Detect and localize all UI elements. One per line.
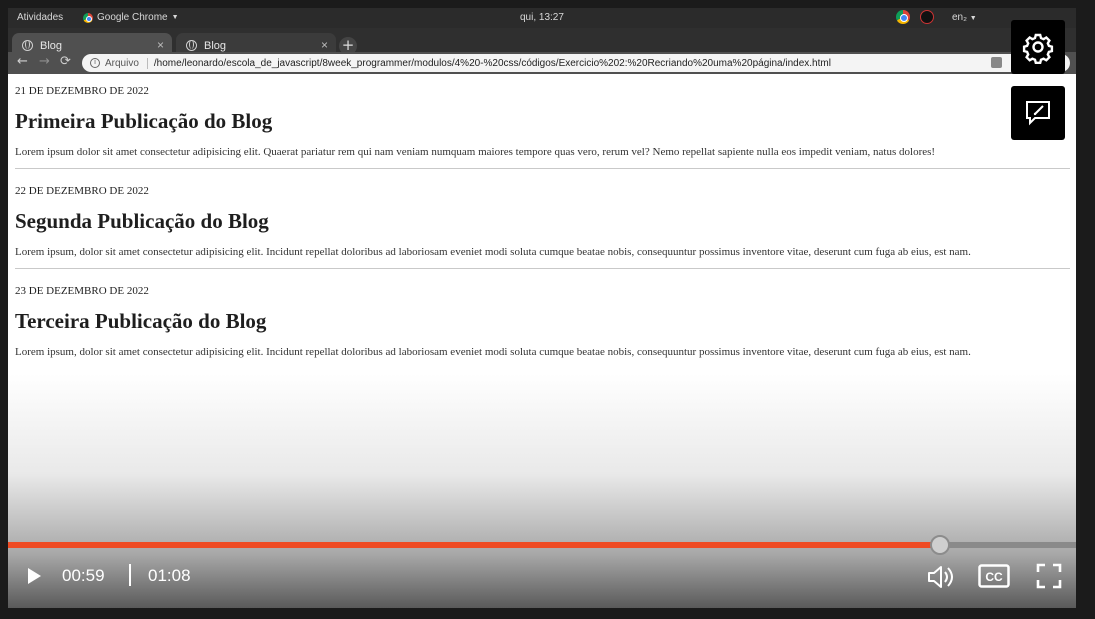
post-date: 21 DE DEZEMBRO DE 2022: [15, 85, 149, 97]
player-controls: 00:59 01:08 CC: [8, 556, 1076, 596]
comment-edit-icon: [1026, 101, 1050, 126]
app-name: Google Chrome: [97, 12, 168, 23]
post-body: Lorem ipsum, dolor sit amet consectetur …: [15, 346, 971, 358]
activities-label[interactable]: Atividades: [17, 12, 63, 23]
app-tray-icon[interactable]: [920, 10, 934, 24]
play-icon[interactable]: [26, 566, 42, 586]
web-page: 21 DE DEZEMBRO DE 2022 Primeira Publicaç…: [8, 74, 1076, 608]
svg-text:CC: CC: [985, 570, 1003, 584]
blog-post: 22 DE DEZEMBRO DE 2022 Segunda Publicaçã…: [15, 185, 1070, 269]
progress-fill: [8, 542, 941, 548]
gear-icon: [1022, 33, 1054, 64]
post-title: Terceira Publicação do Blog: [15, 309, 267, 333]
close-icon[interactable]: ×: [321, 38, 328, 52]
blog-post: 23 DE DEZEMBRO DE 2022 Terceira Publicaç…: [15, 285, 1070, 358]
chrome-tray-icon[interactable]: [896, 10, 910, 24]
dropdown-arrow-icon: ▼: [171, 14, 179, 21]
reload-icon[interactable]: ⟳: [60, 55, 71, 69]
post-body: Lorem ipsum, dolor sit amet consectetur …: [15, 246, 971, 258]
feedback-button[interactable]: [1011, 86, 1065, 140]
post-body: Lorem ipsum dolor sit amet consectetur a…: [15, 146, 936, 158]
volume-icon[interactable]: [925, 562, 955, 592]
fullscreen-icon[interactable]: [1035, 562, 1063, 590]
close-icon[interactable]: ×: [157, 38, 164, 52]
progress-bar[interactable]: [8, 535, 1076, 555]
translate-icon[interactable]: [991, 57, 1002, 68]
post-title: Primeira Publicação do Blog: [15, 109, 273, 133]
closed-captions-icon[interactable]: CC: [978, 564, 1010, 588]
info-icon[interactable]: i: [90, 58, 100, 68]
browser-toolbar: ← → ⟳ i Arquivo /home/leonardo/escola_de…: [8, 52, 1076, 74]
tab-label: Blog: [204, 39, 227, 52]
post-title: Segunda Publicação do Blog: [15, 209, 269, 233]
forward-arrow-icon[interactable]: →: [39, 55, 50, 69]
tab-label: Blog: [40, 39, 63, 52]
post-date: 22 DE DEZEMBRO DE 2022: [15, 185, 149, 197]
post-divider: [15, 268, 1070, 269]
post-date: 23 DE DEZEMBRO DE 2022: [15, 285, 149, 297]
address-divider: [146, 57, 148, 69]
settings-button[interactable]: [1011, 20, 1065, 74]
time-divider: [129, 564, 131, 586]
blog-post: 21 DE DEZEMBRO DE 2022 Primeira Publicaç…: [15, 85, 1070, 169]
clock[interactable]: qui, 13:27: [520, 12, 564, 23]
post-divider: [15, 168, 1070, 169]
globe-icon: [186, 40, 197, 51]
back-arrow-icon[interactable]: ←: [17, 55, 28, 69]
total-time: 01:08: [148, 566, 191, 585]
scheme-label: Arquivo: [105, 57, 139, 69]
video-player[interactable]: Atividades Google Chrome ▼ qui, 13:27 en…: [8, 8, 1076, 608]
chrome-logo-icon: [83, 12, 93, 23]
system-top-bar: Atividades Google Chrome ▼ qui, 13:27 en…: [8, 8, 1076, 28]
globe-icon: [22, 40, 33, 51]
system-tray: en₂ ▼: [896, 10, 977, 24]
address-bar[interactable]: i Arquivo /home/leonardo/escola_de_javas…: [82, 54, 1070, 72]
url-text: /home/leonardo/escola_de_javascript/8wee…: [153, 57, 831, 69]
current-time: 00:59: [62, 566, 105, 585]
app-menu[interactable]: Google Chrome ▼: [83, 12, 179, 23]
language-indicator[interactable]: en₂ ▼: [952, 12, 977, 23]
